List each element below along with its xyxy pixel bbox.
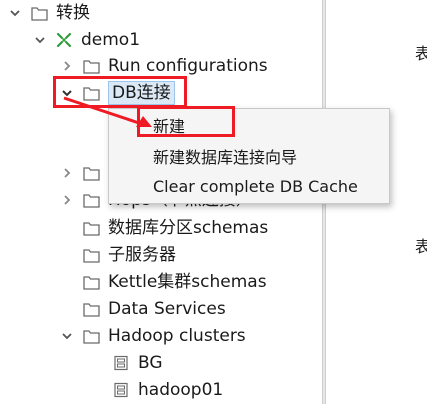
- annotation-arrow-icon: [63, 96, 152, 127]
